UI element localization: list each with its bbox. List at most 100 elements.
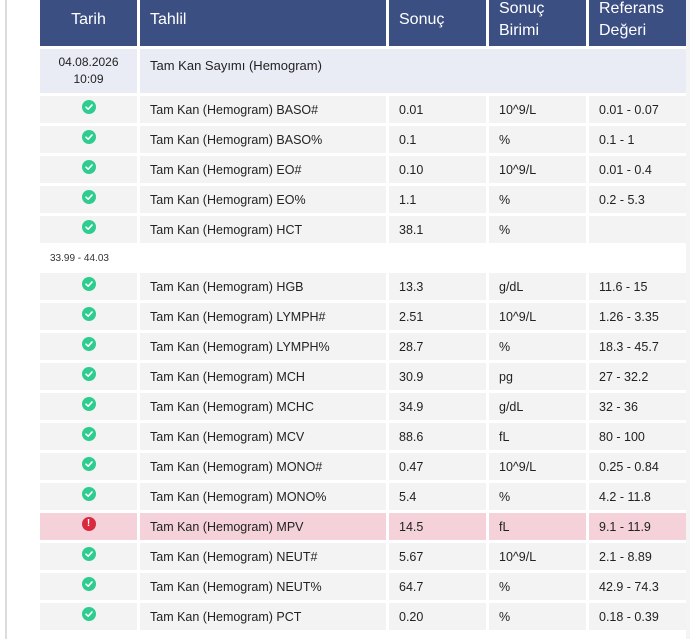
- header-unit[interactable]: Sonuç Birimi: [489, 0, 586, 46]
- result-unit: pg: [489, 363, 586, 390]
- results-table: Tarih Tahlil Sonuç Sonuç Birimi Referans…: [40, 0, 686, 633]
- table-row[interactable]: Tam Kan (Hemogram) MCH 30.9 pg 27 - 32.2: [40, 363, 686, 390]
- test-name: Tam Kan (Hemogram) PCT: [140, 603, 386, 630]
- test-name: Tam Kan (Hemogram) EO%: [140, 186, 386, 213]
- result-unit: g/dL: [489, 393, 586, 420]
- check-circle-icon: [81, 486, 96, 501]
- table-row[interactable]: Tam Kan (Hemogram) LYMPH# 2.51 10^9/L 1.26 …: [40, 303, 686, 330]
- reference-range: 0.25 - 0.84: [589, 453, 686, 480]
- test-name: Tam Kan (Hemogram) BASO#: [140, 96, 386, 123]
- table-row[interactable]: Tam Kan (Hemogram) PCT 0.20% 0.18 - 0.39: [40, 603, 686, 630]
- check-circle-icon: [81, 546, 96, 561]
- reference-range: 0.1 - 1: [589, 126, 686, 153]
- table-row[interactable]: Tam Kan (Hemogram) MONO# 0.47 10^9/L 0.25 -…: [40, 453, 686, 480]
- result-unit: %: [489, 216, 586, 243]
- check-circle-icon: [81, 129, 96, 144]
- result-value: 0.1: [389, 126, 486, 153]
- status-cell: [40, 216, 137, 243]
- reference-range: 0.01 - 0.4: [589, 156, 686, 183]
- check-circle-icon: [81, 336, 96, 351]
- status-cell: [40, 393, 137, 420]
- test-name: Tam Kan (Hemogram) BASO%: [140, 126, 386, 153]
- reference-range: 2.1 - 8.89: [589, 543, 686, 570]
- status-cell: [40, 573, 137, 600]
- status-cell: [40, 543, 137, 570]
- reference-range: 27 - 32.2: [589, 363, 686, 390]
- hct-reference-note-row: 33.99 - 44.03: [40, 246, 686, 270]
- status-cell: [40, 303, 137, 330]
- table-row[interactable]: Tam Kan (Hemogram) EO# 0.10 10^9/L 0.01 - 0…: [40, 156, 686, 183]
- result-unit: %: [489, 186, 586, 213]
- check-circle-icon: [81, 159, 96, 174]
- header-test[interactable]: Tahlil: [140, 0, 386, 46]
- status-cell: [40, 363, 137, 390]
- status-cell: [40, 483, 137, 510]
- result-value: 13.3: [389, 273, 486, 300]
- result-value: 64.7: [389, 573, 486, 600]
- table-row[interactable]: Tam Kan (Hemogram) BASO# 0.01 10^9/L 0.01 -…: [40, 96, 686, 123]
- reference-range: 1.26 - 3.35: [589, 303, 686, 330]
- table-row[interactable]: ! Tam Kan (Hemogram) MPV 14.5 fL 9.1 - 11.9: [40, 513, 686, 540]
- result-unit: %: [489, 126, 586, 153]
- result-unit: 10^9/L: [489, 156, 586, 183]
- status-cell: [40, 156, 137, 183]
- result-value: 14.5: [389, 513, 486, 540]
- check-circle-icon: [81, 606, 96, 621]
- table-header: Tarih Tahlil Sonuç Sonuç Birimi Referans…: [40, 0, 686, 46]
- group-name: Tam Kan Sayımı (Hemogram): [140, 49, 686, 93]
- status-cell: [40, 273, 137, 300]
- result-unit: fL: [489, 423, 586, 450]
- result-value: 5.4: [389, 483, 486, 510]
- check-circle-icon: [81, 276, 96, 291]
- hct-reference-note: 33.99 - 44.03: [50, 252, 109, 264]
- test-name: Tam Kan (Hemogram) MONO%: [140, 483, 386, 510]
- result-value: 0.10: [389, 156, 486, 183]
- test-name: Tam Kan (Hemogram) HGB: [140, 273, 386, 300]
- check-circle-icon: [81, 306, 96, 321]
- header-result[interactable]: Sonuç: [389, 0, 486, 46]
- right-edge: [686, 0, 690, 639]
- result-value: 2.51: [389, 303, 486, 330]
- reference-range: [589, 216, 686, 243]
- status-cell: [40, 126, 137, 153]
- alert-circle-icon: !: [81, 516, 96, 531]
- table-row[interactable]: Tam Kan (Hemogram) BASO% 0.1% 0.1 - 1: [40, 126, 686, 153]
- table-row[interactable]: Tam Kan (Hemogram) HGB 13.3 g/dL 11.6 - 15: [40, 273, 686, 300]
- header-reference[interactable]: Referans Değeri: [589, 0, 686, 46]
- status-cell: [40, 333, 137, 360]
- result-value: 1.1: [389, 186, 486, 213]
- test-name: Tam Kan (Hemogram) MCH: [140, 363, 386, 390]
- check-circle-icon: [81, 99, 96, 114]
- result-value: 88.6: [389, 423, 486, 450]
- table-row[interactable]: Tam Kan (Hemogram) MCHC 34.9 g/dL 32 - 36: [40, 393, 686, 420]
- test-name: Tam Kan (Hemogram) NEUT%: [140, 573, 386, 600]
- reference-range: 0.18 - 0.39: [589, 603, 686, 630]
- table-row[interactable]: Tam Kan (Hemogram) MCV 88.6 fL 80 - 100: [40, 423, 686, 450]
- status-cell: [40, 603, 137, 630]
- result-value: 38.1: [389, 216, 486, 243]
- check-circle-icon: [81, 456, 96, 471]
- reference-range: 0.01 - 0.07: [589, 96, 686, 123]
- result-value: 28.7: [389, 333, 486, 360]
- table-row[interactable]: Tam Kan (Hemogram) LYMPH% 28.7% 18.3 - 45.…: [40, 333, 686, 360]
- table-row[interactable]: Tam Kan (Hemogram) HCT 38.1%: [40, 216, 686, 243]
- check-circle-icon: [81, 219, 96, 234]
- table-row[interactable]: Tam Kan (Hemogram) NEUT% 64.7% 42.9 - 74.3: [40, 573, 686, 600]
- group-row[interactable]: 04.08.2026 10:09 Tam Kan Sayımı (Hemogra…: [40, 49, 686, 93]
- table-row[interactable]: Tam Kan (Hemogram) NEUT# 5.67 10^9/L 2.1 - …: [40, 543, 686, 570]
- table-row[interactable]: Tam Kan (Hemogram) EO% 1.1% 0.2 - 5.3: [40, 186, 686, 213]
- test-name: Tam Kan (Hemogram) LYMPH%: [140, 333, 386, 360]
- group-date: 04.08.2026 10:09: [40, 49, 137, 93]
- test-name: Tam Kan (Hemogram) MONO#: [140, 453, 386, 480]
- header-date[interactable]: Tarih: [40, 0, 137, 46]
- test-name: Tam Kan (Hemogram) HCT: [140, 216, 386, 243]
- result-value: 0.47: [389, 453, 486, 480]
- status-cell: !: [40, 513, 137, 540]
- reference-range: 18.3 - 45.7: [589, 333, 686, 360]
- result-value: 0.20: [389, 603, 486, 630]
- result-unit: 10^9/L: [489, 96, 586, 123]
- reference-range: 0.2 - 5.3: [589, 186, 686, 213]
- table-row[interactable]: Tam Kan (Hemogram) MONO% 5.4% 4.2 - 11.8: [40, 483, 686, 510]
- check-circle-icon: [81, 576, 96, 591]
- reference-range: 4.2 - 11.8: [589, 483, 686, 510]
